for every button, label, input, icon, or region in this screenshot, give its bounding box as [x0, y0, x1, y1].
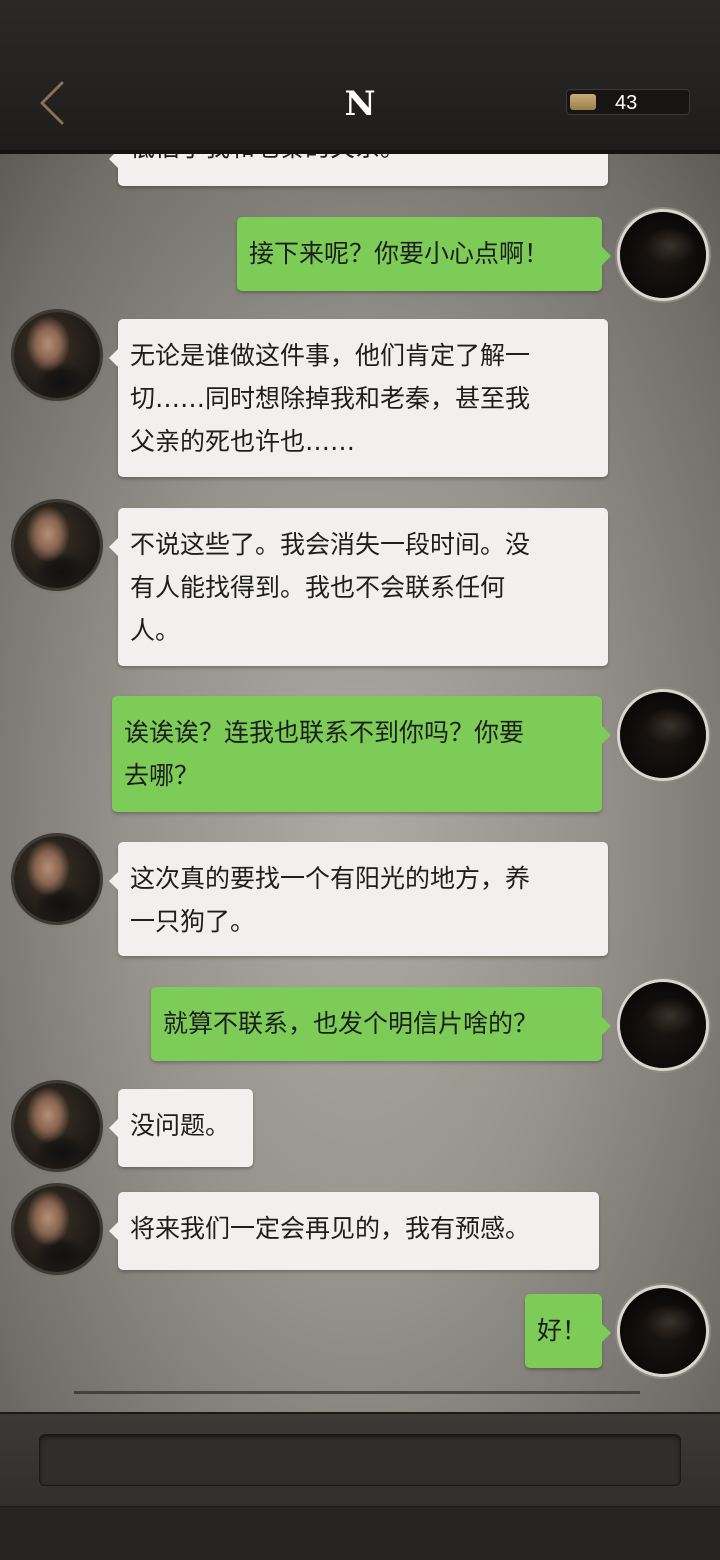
message-bubble-incoming[interactable]: 将来我们一定会再见的，我有预感。	[109, 1192, 599, 1270]
top-bar: N 43	[0, 0, 720, 154]
message-list[interactable]: 低估了我和老秦的关系。 接下来呢？你要小心点啊！ 无论是谁做这件事，他们肯定了解…	[0, 150, 720, 1412]
bottom-panel	[0, 1506, 720, 1560]
contact-avatar[interactable]	[14, 312, 100, 398]
energy-counter-value: 43	[615, 92, 638, 114]
my-avatar[interactable]	[620, 1288, 706, 1374]
message-bubble-incoming[interactable]: 低估了我和老秦的关系。	[109, 150, 608, 186]
my-avatar[interactable]	[620, 692, 706, 778]
message-input[interactable]	[39, 1434, 681, 1486]
message-line: 一只狗了。	[130, 907, 256, 936]
energy-bar-icon	[570, 94, 596, 110]
message-text: 将来我们一定会再见的，我有预感。	[130, 1214, 531, 1243]
message-bubble-outgoing[interactable]: 接下来呢？你要小心点啊！	[237, 217, 611, 291]
bottom-bar	[0, 1412, 720, 1560]
message-text: 没问题。	[130, 1111, 231, 1140]
message-bubble-incoming[interactable]: 这次真的要找一个有阳光的地方，养 一只狗了。	[109, 842, 608, 956]
contact-avatar[interactable]	[14, 1083, 100, 1169]
message-text: 接下来呢？你要小心点啊！	[249, 239, 550, 268]
message-line: 人。	[130, 616, 181, 645]
message-line: 诶诶诶？连我也联系不到你吗？你要	[124, 718, 525, 747]
contact-avatar[interactable]	[14, 836, 100, 922]
message-line: 去哪？	[124, 761, 200, 790]
chat-screen: N 43 低估了我和老秦的关系。 接下来呢？你要小心点啊！ 无论是谁做这件事，他…	[0, 0, 720, 1560]
message-line: 这次真的要找一个有阳光的地方，养	[130, 864, 531, 893]
my-avatar[interactable]	[620, 212, 706, 298]
energy-counter[interactable]: 43	[566, 89, 690, 115]
message-bubble-incoming[interactable]: 没问题。	[109, 1089, 253, 1167]
message-line: 切……同时想除掉我和老秦，甚至我	[130, 384, 531, 413]
my-avatar[interactable]	[620, 982, 706, 1068]
message-line: 有人能找得到。我也不会联系任何	[130, 573, 506, 602]
message-bubble-outgoing[interactable]: 好！	[525, 1294, 611, 1368]
message-bubble-incoming[interactable]: 不说这些了。我会消失一段时间。没 有人能找得到。我也不会联系任何 人。	[109, 508, 608, 666]
message-line: 不说这些了。我会消失一段时间。没	[130, 530, 531, 559]
message-line: 无论是谁做这件事，他们肯定了解一	[130, 341, 531, 370]
message-bubble-incoming[interactable]: 无论是谁做这件事，他们肯定了解一 切……同时想除掉我和老秦，甚至我 父亲的死也许…	[109, 319, 608, 477]
message-line: 父亲的死也许也……	[130, 427, 356, 456]
message-text: 好！	[537, 1316, 588, 1345]
contact-avatar[interactable]	[14, 502, 100, 588]
message-bubble-outgoing[interactable]: 诶诶诶？连我也联系不到你吗？你要 去哪？	[112, 696, 611, 812]
contact-avatar[interactable]	[14, 1186, 100, 1272]
message-text: 就算不联系，也发个明信片啥的？	[163, 1009, 539, 1038]
divider	[74, 1391, 640, 1394]
message-bubble-outgoing[interactable]: 就算不联系，也发个明信片啥的？	[151, 987, 611, 1061]
